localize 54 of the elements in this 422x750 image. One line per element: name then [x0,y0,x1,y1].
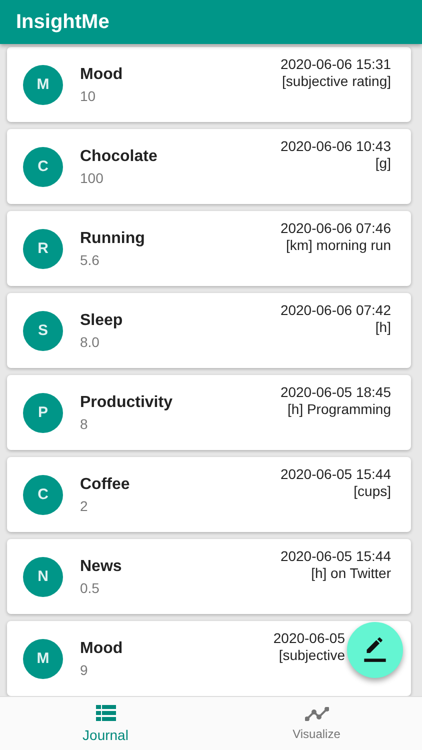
entry-timestamp: 2020-06-06 07:46 [280,220,391,237]
entry-value: 2 [80,498,89,514]
entry-value: 0.5 [80,580,100,596]
entry-card[interactable]: M Mood 10 2020-06-06 15:31 [subjective rating] [7,47,411,122]
entry-card[interactable]: C Chocolate 100 2020-06-06 10:43 [g] [7,129,411,204]
entry-note: [g] [375,155,391,172]
entry-name: Mood [80,640,124,658]
initial-avatar: N [23,556,63,596]
entry-card[interactable]: C Coffee 2 2020-06-05 15:44 [cups] [7,457,411,532]
entry-card[interactable]: P Productivity 8 2020-06-05 18:45 [h] Programming [7,375,411,450]
nav-tab[interactable]: Journal [0,697,211,750]
initial-avatar: C [23,474,63,514]
entry-note: [h] Programming [288,401,391,418]
initial-avatar: S [23,310,63,350]
entry-name: Productivity [80,394,174,412]
entry-timestamp: 2020-06-05 [273,630,345,647]
entry-note: [km] morning run [286,237,391,254]
entry-timestamp: 2020-06-05 18:45 [280,384,391,401]
initial-avatar: M [23,638,63,678]
entry-card[interactable]: R Running 5.6 2020-06-06 07:46 [km] morning run [7,211,411,286]
entry-value: 100 [80,170,104,186]
pencil-icon [362,637,388,663]
initial-avatar: M [23,64,63,104]
entry-timestamp: 2020-06-06 10:43 [280,138,391,155]
list-icon [96,704,116,720]
entry-value: 8.0 [80,334,100,350]
entry-name: Mood [80,66,124,84]
entry-name: News [80,558,123,576]
entry-note: [subjective [278,647,345,664]
entry-value: 8 [80,416,89,432]
entry-timestamp: 2020-06-05 15:44 [280,548,391,565]
entry-timestamp: 2020-06-06 07:42 [280,302,391,319]
entry-value: 10 [80,88,97,104]
entry-note: [cups] [354,483,391,500]
entry-value: 9 [80,662,89,678]
entry-timestamp: 2020-06-06 15:31 [280,56,391,73]
entry-note: [subjective rating] [282,73,391,90]
initial-avatar: R [23,228,63,268]
entry-name: Running [80,230,146,248]
entry-name: Sleep [80,312,124,330]
nav-tab[interactable]: Visualize [211,697,422,750]
entry-card[interactable]: N News 0.5 2020-06-05 15:44 [h] on Twitter [7,539,411,614]
entry-note: [h] [375,319,391,336]
entry-name: Coffee [80,476,131,494]
entry-name: Chocolate [80,148,158,166]
initial-avatar: C [23,146,63,186]
initial-avatar: P [23,392,63,432]
entry-card[interactable]: M Mood 9 2020-06-05 [subjective [7,621,411,696]
app-title: InsightMe [16,10,110,34]
line-chart-icon [304,706,328,720]
entry-card[interactable]: S Sleep 8.0 2020-06-06 07:42 [h] [7,293,411,368]
entry-value: 5.6 [80,252,100,268]
entry-timestamp: 2020-06-05 15:44 [280,466,391,483]
entry-note: [h] on Twitter [311,565,391,582]
